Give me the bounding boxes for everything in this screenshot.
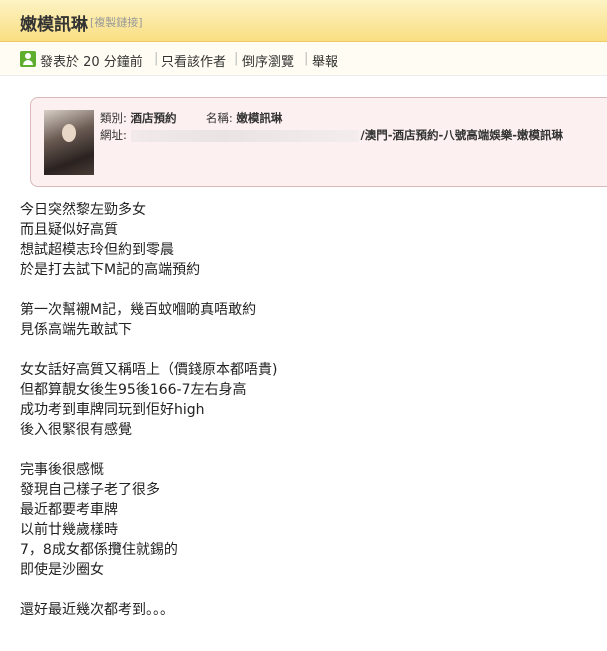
paragraph: 今日突然黎左勁多女 而且疑似好高質 想試超模志玲但約到零晨 於是打去試下M記的高… xyxy=(20,200,580,280)
report-link[interactable]: 舉報 xyxy=(312,51,338,70)
text-line: 想試超模志玲但約到零晨 xyxy=(20,242,174,258)
url-label: 網址: xyxy=(100,128,127,142)
text-line: 但都算靚女後生95後166-7左右身高 xyxy=(20,382,247,398)
text-line: 還好最近幾次都考到。。。 xyxy=(20,602,174,618)
text-line: 見係高端先敢試下 xyxy=(20,322,132,338)
text-line: 7，8成女都係攬住就錫的 xyxy=(20,542,178,558)
separator: | xyxy=(304,51,309,66)
name-label: 名稱: xyxy=(205,111,233,125)
text-line: 而且疑似好高質 xyxy=(20,222,118,238)
url-value[interactable]: /澳門-酒店預約-八號高端娛樂-嫩模訊琳 xyxy=(361,128,564,142)
listing-thumbnail[interactable] xyxy=(44,110,94,175)
text-line: 成功考到車牌同玩到佢好high xyxy=(20,402,205,418)
reverse-order-link[interactable]: 倒序瀏覽 xyxy=(242,51,294,70)
category-value: 酒店預約 xyxy=(130,111,177,125)
post-meta-bar: 發表於 20 分鐘前 | 只看該作者 | 倒序瀏覽 | 舉報 xyxy=(0,42,607,76)
card-info-row: 類別: 酒店預約 名稱: 嫩模訊琳 xyxy=(100,110,282,126)
only-author-link[interactable]: 只看該作者 xyxy=(161,51,226,70)
post-content: 今日突然黎左勁多女 而且疑似好高質 想試超模志玲但約到零晨 於是打去試下M記的高… xyxy=(20,200,580,640)
post-title: 嫩模訊琳 xyxy=(20,15,88,35)
text-line: 即使是沙圈女 xyxy=(20,562,104,578)
separator: | xyxy=(154,51,159,66)
copy-link[interactable]: [複製鏈接] xyxy=(90,14,143,30)
text-line: 第一次幫襯M記，幾百蚊嗰啲真唔敢約 xyxy=(20,302,257,318)
url-redacted xyxy=(130,129,359,142)
user-icon xyxy=(20,51,36,67)
separator: | xyxy=(234,51,239,66)
text-line: 最近都要考車牌 xyxy=(20,502,118,518)
text-line: 女女話好高質又稱唔上（價錢原本都唔貴) xyxy=(20,362,278,378)
text-line: 發現自己樣子老了很多 xyxy=(20,482,160,498)
title-bar: 嫩模訊琳 [複製鏈接] xyxy=(0,0,607,42)
post-time: 發表於 20 分鐘前 xyxy=(40,55,143,70)
paragraph: 還好最近幾次都考到。。。 xyxy=(20,600,580,620)
name-value: 嫩模訊琳 xyxy=(236,111,283,125)
text-line: 後入很緊很有感覺 xyxy=(20,422,132,438)
text-line: 以前廿幾歲樣時 xyxy=(20,522,118,538)
text-line: 完事後很感慨 xyxy=(20,462,104,478)
text-line: 今日突然黎左勁多女 xyxy=(20,202,146,218)
category-label: 類別: xyxy=(100,111,127,125)
listing-card: 類別: 酒店預約 名稱: 嫩模訊琳 網址: /澳門-酒店預約-八號高端娛樂-嫩模… xyxy=(30,97,607,187)
paragraph: 女女話好高質又稱唔上（價錢原本都唔貴) 但都算靚女後生95後166-7左右身高 … xyxy=(20,360,580,440)
text-line: 於是打去試下M記的高端預約 xyxy=(20,262,201,278)
paragraph: 第一次幫襯M記，幾百蚊嗰啲真唔敢約 見係高端先敢試下 xyxy=(20,300,580,340)
paragraph: 完事後很感慨 發現自己樣子老了很多 最近都要考車牌 以前廿幾歲樣時 7，8成女都… xyxy=(20,460,580,580)
card-url-row: 網址: /澳門-酒店預約-八號高端娛樂-嫩模訊琳 xyxy=(100,127,563,143)
